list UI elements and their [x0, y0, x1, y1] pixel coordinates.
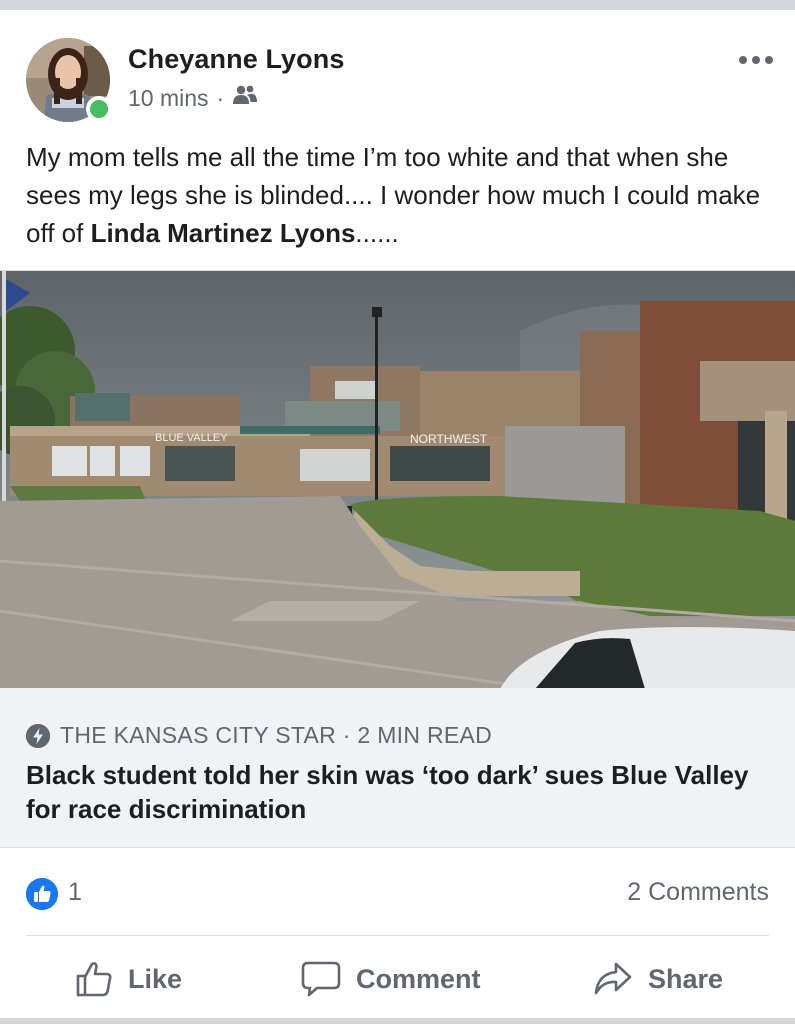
more-dot	[739, 56, 747, 64]
comment-count[interactable]: 2 Comments	[627, 878, 769, 907]
author-name[interactable]: Cheyanne Lyons	[128, 44, 344, 75]
share-arrow-icon	[594, 962, 632, 995]
comment-button-label: Comment	[356, 963, 481, 994]
comment-bubble-icon	[301, 961, 341, 997]
friends-icon[interactable]	[232, 84, 258, 112]
lightning-bolt-icon	[26, 723, 50, 748]
more-options-button[interactable]	[739, 56, 773, 64]
post-text: My mom tells me all the time I’m too whi…	[26, 138, 776, 252]
more-dot	[752, 56, 760, 64]
post-meta: 10 mins ·	[128, 84, 258, 112]
like-reaction-icon[interactable]	[26, 878, 58, 910]
post-time[interactable]: 10 mins	[128, 85, 209, 112]
building-sign-northwest: NORTHWEST	[410, 432, 488, 446]
meta-separator: ·	[216, 84, 225, 111]
building-sign-blue-valley: BLUE VALLEY	[155, 432, 228, 444]
thumbs-up-icon	[76, 962, 112, 997]
link-source-text: THE KANSAS CITY STAR · 2 MIN READ	[60, 722, 493, 748]
actions-divider	[26, 935, 769, 936]
post-text-ellipsis: ......	[355, 218, 399, 248]
like-button[interactable]: Like	[74, 958, 182, 1000]
post-card: Cheyanne Lyons 10 mins · My mom tells me…	[0, 10, 795, 1018]
link-source: THE KANSAS CITY STAR · 2 MIN READ	[26, 722, 492, 749]
more-dot	[765, 56, 773, 64]
share-button[interactable]: Share	[592, 958, 723, 1000]
bottom-strip	[0, 1018, 795, 1024]
author-avatar[interactable]	[26, 38, 112, 122]
comment-button[interactable]: Comment	[300, 958, 481, 1000]
link-preview-image[interactable]: BLUE VALLEY NORTHWEST	[0, 270, 795, 688]
like-button-label: Like	[128, 963, 183, 994]
like-count[interactable]: 1	[68, 878, 82, 907]
share-button-label: Share	[648, 963, 724, 994]
link-preview-meta[interactable]: THE KANSAS CITY STAR · 2 MIN READ Black …	[0, 688, 795, 848]
tagged-person-link[interactable]: Linda Martinez Lyons	[91, 218, 356, 248]
action-bar: Like Comment Share	[0, 940, 795, 1018]
online-status-dot	[86, 96, 112, 122]
link-headline[interactable]: Black student told her skin was ‘too dar…	[26, 758, 776, 826]
top-strip	[0, 0, 795, 10]
